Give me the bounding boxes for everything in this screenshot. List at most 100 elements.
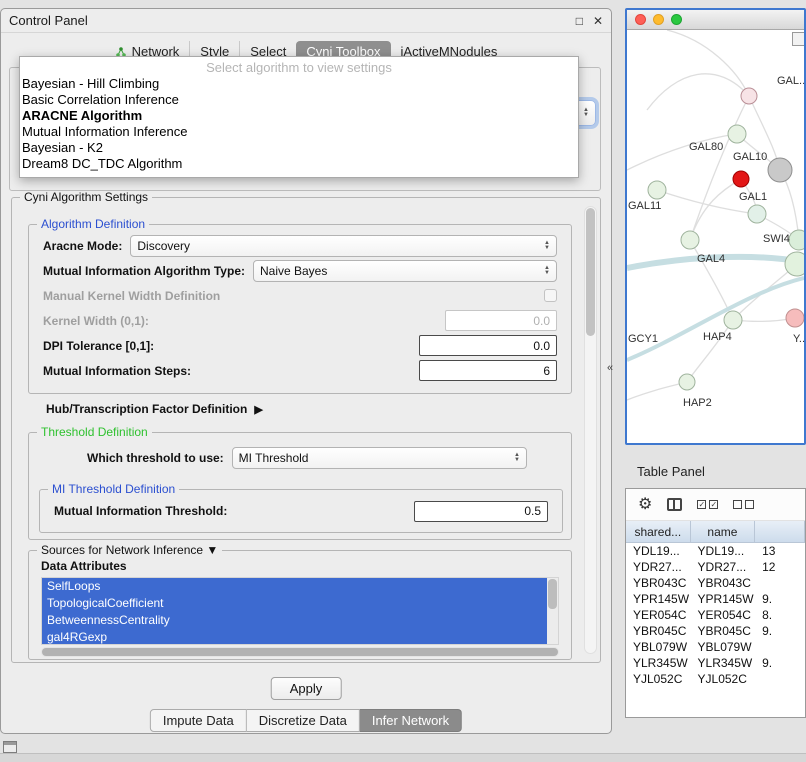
svg-text:GAL4: GAL4: [697, 253, 725, 265]
table-row[interactable]: YBR045C YBR045C 9.: [626, 623, 805, 639]
tab-impute-data[interactable]: Impute Data: [150, 709, 247, 732]
cell: 9.: [755, 624, 805, 638]
cell: 13: [755, 544, 805, 558]
table-row[interactable]: YDR27... YDR27... 12: [626, 559, 805, 575]
node[interactable]: [785, 252, 804, 276]
tab-infer-network[interactable]: Infer Network: [360, 709, 462, 732]
expand-right-icon: ▶: [254, 403, 262, 416]
aracne-mode-combobox[interactable]: Discovery ▲▼: [130, 235, 557, 257]
control-panel-titlebar: Control Panel □ ✕: [1, 9, 611, 33]
settings-vertical-scrollbar[interactable]: [584, 206, 597, 654]
algorithm-option[interactable]: Bayesian - K2: [20, 140, 578, 156]
network-view-window: GAL... GAL80 GAL10 GAL11 GAL1 SWI4 GAL4 …: [625, 8, 806, 445]
mi-steps-field[interactable]: 6: [419, 360, 557, 381]
tab-discretize-data[interactable]: Discretize Data: [247, 709, 360, 732]
columns-icon[interactable]: [667, 498, 682, 511]
cell: YER054C: [626, 608, 691, 622]
node[interactable]: [728, 125, 746, 143]
list-vertical-scrollbar[interactable]: [547, 578, 558, 644]
network-canvas[interactable]: GAL... GAL80 GAL10 GAL11 GAL1 SWI4 GAL4 …: [627, 30, 804, 444]
algorithm-option[interactable]: Bayesian - Hill Climbing: [20, 76, 578, 92]
list-horizontal-scrollbar[interactable]: [41, 647, 559, 657]
algorithm-popup-placeholder: Select algorithm to view settings: [20, 59, 578, 76]
node-selected-red[interactable]: [733, 171, 749, 187]
deselect-all-icon[interactable]: [733, 500, 754, 509]
kernel-width-field[interactable]: 0.0: [445, 310, 557, 331]
mi-steps-label: Mutual Information Steps:: [43, 364, 411, 378]
column-header[interactable]: shared...: [626, 521, 691, 542]
list-item[interactable]: BetweennessCentrality: [42, 612, 547, 629]
algorithm-option[interactable]: Dream8 DC_TDC Algorithm: [20, 156, 578, 172]
svg-text:SWI4: SWI4: [763, 233, 790, 245]
threshold-definition-title: Threshold Definition: [37, 425, 152, 439]
algorithm-option[interactable]: Basic Correlation Inference: [20, 92, 578, 108]
network-graph: GAL... GAL80 GAL10 GAL11 GAL1 SWI4 GAL4 …: [627, 30, 804, 444]
close-window-button[interactable]: [635, 14, 646, 25]
table-row[interactable]: YLR345W YLR345W 9.: [626, 655, 805, 671]
node-gal10[interactable]: [768, 158, 792, 182]
cell: YJL052C: [626, 672, 691, 686]
restore-panel-icon[interactable]: [3, 741, 17, 753]
mi-threshold-value: 0.5: [524, 504, 541, 518]
cell: YDR27...: [626, 560, 691, 574]
float-panel-icon[interactable]: □: [576, 14, 583, 28]
list-item[interactable]: SelfLoops: [42, 578, 547, 595]
list-item[interactable]: TopologicalCoefficient: [42, 595, 547, 612]
dpi-tolerance-label: DPI Tolerance [0,1]:: [43, 339, 411, 353]
cell: 8.: [755, 608, 805, 622]
cell: 12: [755, 560, 805, 574]
table-row[interactable]: YBL079W YBL079W: [626, 639, 805, 655]
node-gal4[interactable]: [681, 231, 699, 249]
data-attributes-list[interactable]: SelfLoops TopologicalCoefficient Between…: [41, 577, 559, 645]
table-row[interactable]: YPR145W YPR145W 9.: [626, 591, 805, 607]
window-bottom-bar: [0, 753, 806, 762]
table-row[interactable]: YER054C YER054C 8.: [626, 607, 805, 623]
table-row[interactable]: YJL052C YJL052C: [626, 671, 805, 687]
svg-text:GAL...: GAL...: [777, 75, 804, 87]
node-gal11[interactable]: [648, 181, 666, 199]
gear-icon[interactable]: ⚙: [638, 497, 652, 513]
dpi-tolerance-value: 0.0: [533, 339, 550, 353]
which-threshold-combobox[interactable]: MI Threshold ▲▼: [232, 447, 527, 469]
algorithm-option[interactable]: Mutual Information Inference: [20, 124, 578, 140]
list-item[interactable]: gal4RGexp: [42, 629, 547, 645]
manual-kernel-width-checkbox[interactable]: [544, 289, 557, 302]
cell: YDR27...: [691, 560, 756, 574]
column-header[interactable]: [755, 521, 805, 542]
minimize-window-button[interactable]: [653, 14, 664, 25]
table-body: YDL19... YDL19... 13 YDR27... YDR27... 1…: [626, 543, 805, 687]
sources-group-title[interactable]: Sources for Network Inference ▼: [37, 543, 222, 557]
dpi-tolerance-field[interactable]: 0.0: [419, 335, 557, 356]
kernel-width-value: 0.0: [533, 314, 550, 328]
threshold-definition-group: Threshold Definition Which threshold to …: [28, 432, 572, 540]
svg-text:HAP2: HAP2: [683, 397, 712, 409]
algorithm-dropdown-popup: Select algorithm to view settings Bayesi…: [19, 56, 579, 178]
hub-tf-definition-label: Hub/Transcription Factor Definition: [46, 402, 247, 416]
network-window-titlebar[interactable]: [627, 10, 804, 30]
hub-tf-definition-toggle[interactable]: Hub/Transcription Factor Definition ▶: [46, 402, 263, 416]
node-hap2[interactable]: [679, 374, 695, 390]
apply-button[interactable]: Apply: [271, 677, 342, 700]
node-swi4[interactable]: [789, 230, 804, 250]
node[interactable]: [786, 309, 804, 327]
table-row[interactable]: YDL19... YDL19... 13: [626, 543, 805, 559]
node[interactable]: [741, 88, 757, 104]
zoom-window-button[interactable]: [671, 14, 682, 25]
node-gal1[interactable]: [748, 205, 766, 223]
node-hap4[interactable]: [724, 311, 742, 329]
panel-collapse-icon[interactable]: «: [607, 362, 613, 374]
column-header[interactable]: name: [691, 521, 756, 542]
table-row[interactable]: YBR043C YBR043C: [626, 575, 805, 591]
select-all-icon[interactable]: ✓✓: [697, 500, 718, 509]
cell: YPR145W: [691, 592, 756, 606]
mi-algorithm-type-combobox[interactable]: Naive Bayes ▲▼: [253, 260, 557, 282]
algorithm-definition-title: Algorithm Definition: [37, 217, 149, 231]
algorithm-option-selected[interactable]: ARACNE Algorithm: [20, 108, 578, 124]
combo-arrows-icon: ▲▼: [544, 266, 550, 276]
mi-threshold-field[interactable]: 0.5: [414, 501, 548, 522]
birdseye-toggle-icon[interactable]: [792, 32, 806, 46]
sources-group: Sources for Network Inference ▼ Data Att…: [28, 550, 572, 660]
close-panel-icon[interactable]: ✕: [593, 14, 603, 28]
mi-threshold-definition-title: MI Threshold Definition: [48, 482, 179, 496]
scrollbar-thumb[interactable]: [586, 208, 595, 336]
